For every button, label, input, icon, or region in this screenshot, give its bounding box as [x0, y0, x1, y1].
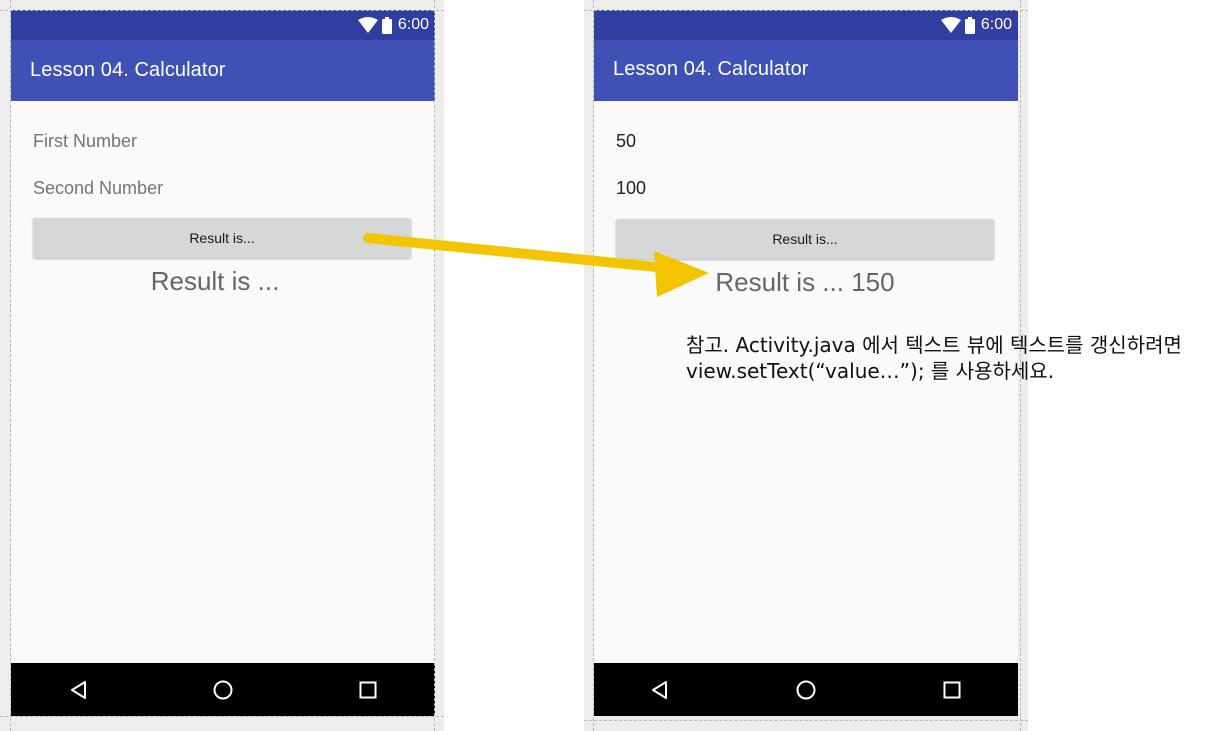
- annotation-note: 참고. Activity.java 에서 텍스트 뷰에 텍스트를 갱신하려면 v…: [686, 332, 1216, 384]
- arrow-shaft: [363, 233, 681, 274]
- annotation-line-1: 참고. Activity.java 에서 텍스트 뷰에 텍스트를 갱신하려면: [686, 333, 1182, 357]
- annotation-line-2: view.setText(“value…”); 를 사용하세요.: [686, 359, 1055, 383]
- arrow-head: [654, 251, 709, 297]
